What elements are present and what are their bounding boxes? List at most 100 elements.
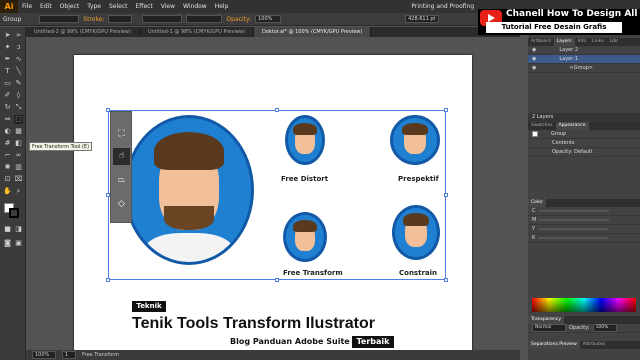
constrain-icon[interactable]: ⛶ — [113, 126, 130, 143]
opacity-field[interactable]: 100% — [255, 15, 282, 23]
menu-window[interactable]: Window — [179, 3, 211, 10]
draw-normal-icon[interactable]: ◙ — [3, 239, 12, 248]
tab-separations-preview[interactable]: Separations Preview — [528, 341, 580, 349]
stroke-weight-field[interactable] — [108, 15, 133, 23]
selection-tool-icon[interactable]: ➤ — [3, 31, 12, 40]
screen-mode-icon[interactable]: ▣ — [14, 239, 23, 248]
blend-tool-icon[interactable]: ∞ — [14, 151, 23, 160]
color-mode-icon[interactable]: ■ — [3, 225, 12, 234]
shape-builder-tool-icon[interactable]: ◐ — [3, 127, 12, 136]
appearance-row[interactable]: Group — [528, 130, 640, 139]
tab-artboard[interactable]: Artboard — [528, 38, 554, 46]
free-distort-illustration[interactable] — [285, 115, 325, 165]
page-field[interactable]: 1 — [62, 351, 76, 359]
stroke-swatch-icon[interactable] — [9, 208, 19, 218]
channel-slider[interactable] — [538, 228, 609, 230]
doc-tab-doktor[interactable]: Doktor.ai* @ 100% (CMYK/GPU Preview) — [253, 27, 372, 37]
constrain-illustration[interactable] — [392, 205, 440, 260]
tab-transparency[interactable]: Transparency — [528, 316, 565, 324]
width-field[interactable]: 428.611 pt — [405, 15, 440, 23]
menu-object[interactable]: Object — [56, 3, 84, 10]
tab-appearance[interactable]: Appearance — [555, 122, 589, 130]
layer-row[interactable]: ◉ <Group> — [528, 64, 640, 73]
transform-handle[interactable] — [444, 108, 448, 112]
slice-tool-icon[interactable]: ⌧ — [14, 175, 23, 184]
paintbrush-tool-icon[interactable]: ✎ — [14, 79, 23, 88]
menu-type[interactable]: Type — [83, 3, 105, 10]
tab-info[interactable]: Info — [575, 38, 590, 46]
type-tool-icon[interactable]: T — [3, 67, 12, 76]
tab-layers[interactable]: Layers — [553, 38, 575, 46]
layer-row[interactable]: ◉ Layer 2 — [528, 46, 640, 55]
tab-swatches[interactable]: Swatches — [528, 122, 556, 130]
eye-icon[interactable]: ◉ — [532, 56, 536, 62]
doc-tab-untitled-2[interactable]: Untitled-2 @ 99% (CMYK/GPU Preview) — [26, 27, 140, 37]
prespektif-illustration[interactable] — [390, 115, 440, 165]
tab-links[interactable]: Links — [589, 38, 607, 46]
menu-select[interactable]: Select — [105, 3, 132, 10]
brush-dropdown[interactable] — [186, 15, 223, 23]
gradient-tool-icon[interactable]: ◧ — [14, 139, 23, 148]
layer-row[interactable]: ◉ Layer 1 — [528, 55, 640, 64]
pen-tool-icon[interactable]: ✒ — [3, 55, 12, 64]
hand-tool-icon[interactable]: ✋ — [3, 187, 12, 196]
free-transform-illustration[interactable] — [283, 212, 327, 262]
graph-tool-icon[interactable]: ▥ — [14, 163, 23, 172]
menu-view[interactable]: View — [157, 3, 179, 10]
menu-help[interactable]: Help — [211, 3, 233, 10]
artboard-tool-icon[interactable]: ⊡ — [3, 175, 12, 184]
variable-width-dropdown[interactable] — [142, 15, 183, 23]
lasso-tool-icon[interactable]: ↄ — [14, 43, 23, 52]
transform-handle[interactable] — [444, 193, 448, 197]
doc-tab-untitled-1[interactable]: Untitled-1 @ 98% (CMYK/GPU Preview) — [140, 27, 254, 37]
color-channel-row[interactable]: Y — [528, 225, 640, 234]
appearance-row[interactable]: Contents — [528, 139, 640, 148]
opacity-field[interactable]: 100% — [592, 324, 617, 332]
blend-mode-select[interactable]: Normal — [532, 324, 566, 332]
eraser-tool-icon[interactable]: ◊ — [14, 91, 23, 100]
channel-slider[interactable] — [538, 210, 609, 212]
magic-wand-tool-icon[interactable]: ✦ — [3, 43, 12, 52]
rotate-tool-icon[interactable]: ↻ — [3, 103, 12, 112]
transform-handle[interactable] — [444, 278, 448, 282]
zoom-tool-icon[interactable]: ⌕ — [14, 187, 23, 196]
color-channel-row[interactable]: K — [528, 234, 640, 243]
fill-dropdown[interactable] — [39, 15, 80, 23]
eye-icon[interactable]: ◉ — [532, 47, 536, 53]
eyedropper-tool-icon[interactable]: ⌐ — [3, 151, 12, 160]
mesh-tool-icon[interactable]: # — [3, 139, 12, 148]
symbol-sprayer-tool-icon[interactable]: ✺ — [3, 163, 12, 172]
transform-handle[interactable] — [275, 108, 279, 112]
menu-edit[interactable]: Edit — [36, 3, 56, 10]
channel-slider[interactable] — [538, 237, 609, 239]
line-tool-icon[interactable]: ╲ — [14, 67, 23, 76]
color-channel-row[interactable]: M — [528, 216, 640, 225]
width-tool-icon[interactable]: ⇔ — [3, 115, 12, 124]
direct-selection-tool-icon[interactable]: ➢ — [14, 31, 23, 40]
tab-attributes[interactable]: Attributes — [580, 341, 608, 349]
perspective-grid-tool-icon[interactable]: ▦ — [14, 127, 23, 136]
color-spectrum[interactable] — [532, 298, 636, 312]
shaper-tool-icon[interactable]: ✐ — [3, 91, 12, 100]
workspace-switcher[interactable]: Printing and Proofing — [407, 3, 478, 10]
scale-tool-icon[interactable]: ⤡ — [14, 103, 23, 112]
menu-effect[interactable]: Effect — [132, 3, 157, 10]
perspective-distort-icon[interactable]: ⏢ — [113, 172, 130, 189]
free-distort-icon[interactable]: ◇ — [113, 196, 130, 213]
main-illustration[interactable] — [124, 115, 254, 265]
menu-file[interactable]: File — [18, 3, 36, 10]
color-channel-row[interactable]: C — [528, 207, 640, 216]
gradient-mode-icon[interactable]: ◨ — [14, 225, 23, 234]
zoom-field[interactable]: 100% — [32, 351, 56, 359]
tab-libraries[interactable]: Libr — [607, 38, 621, 46]
appearance-row[interactable]: Opacity: Default — [528, 148, 640, 157]
transform-handle[interactable] — [275, 278, 279, 282]
free-transform-tool-icon[interactable]: ⬚ — [14, 115, 23, 124]
transform-handle[interactable] — [106, 278, 110, 282]
tab-color[interactable]: Color — [528, 199, 546, 207]
free-transform-icon[interactable]: ☝ — [113, 148, 130, 165]
channel-slider[interactable] — [539, 219, 610, 221]
eye-icon[interactable]: ◉ — [532, 65, 536, 71]
rectangle-tool-icon[interactable]: ▭ — [3, 79, 12, 88]
curvature-tool-icon[interactable]: ∿ — [14, 55, 23, 64]
